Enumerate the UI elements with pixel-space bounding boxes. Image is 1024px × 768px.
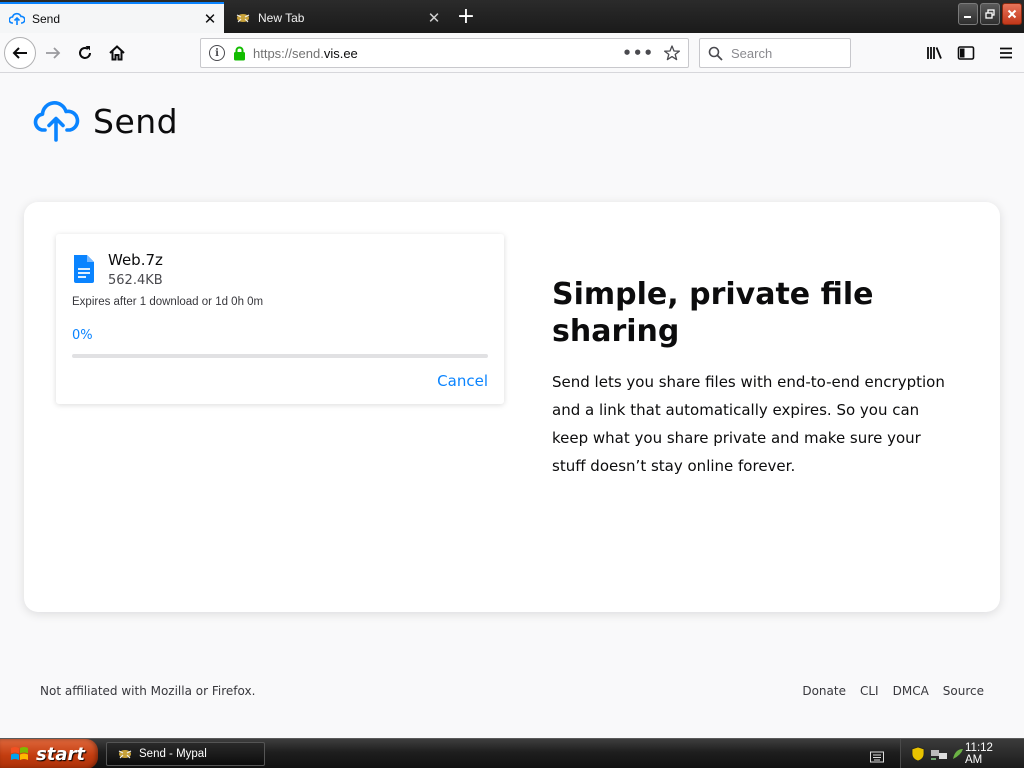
menu-button[interactable]: [991, 38, 1021, 68]
clock: 11:12 AM: [965, 742, 993, 766]
progress-percent: 0%: [72, 328, 93, 343]
start-button[interactable]: start: [0, 739, 98, 768]
footer-link-dmca[interactable]: DMCA: [893, 684, 929, 698]
tab-strip: Send ✕ New Tab ✕ +: [0, 0, 1024, 33]
taskbar-item-send[interactable]: Send - Mypal: [106, 742, 265, 766]
taskbar: start Send - Mypal 11:12 AM: [0, 738, 1024, 768]
new-tab-button[interactable]: +: [452, 3, 480, 31]
shield-icon[interactable]: [911, 746, 925, 762]
file-name: Web.7z: [108, 251, 163, 269]
library-button[interactable]: [920, 38, 950, 68]
restore-button[interactable]: [980, 3, 1000, 25]
tab-label: Send: [32, 11, 61, 26]
tab-send[interactable]: Send ✕: [0, 2, 224, 33]
mypal-icon: [235, 10, 251, 26]
tab-close-icon[interactable]: ✕: [420, 4, 448, 32]
url-bar[interactable]: i https://send.vis.ee •••: [200, 38, 689, 68]
info-icon[interactable]: i: [209, 45, 225, 61]
library-icon: [927, 47, 942, 59]
cancel-button[interactable]: Cancel: [437, 372, 488, 390]
hamburger-menu-icon: [1000, 47, 1012, 59]
main-card: Web.7z 562.4KB Expires after 1 download …: [24, 202, 1000, 612]
mypal-tray-icon[interactable]: [951, 747, 965, 761]
footer-link-donate[interactable]: Donate: [802, 684, 846, 698]
bookmark-star-icon[interactable]: [664, 45, 680, 61]
keyboard-icon[interactable]: [870, 748, 884, 767]
document-icon: [72, 254, 96, 288]
search-bar[interactable]: Search: [699, 38, 851, 68]
search-input[interactable]: Search: [731, 46, 772, 61]
sidebar-button[interactable]: [951, 38, 981, 68]
minimize-button[interactable]: [958, 3, 978, 25]
back-button[interactable]: [4, 37, 36, 69]
tab-close-icon[interactable]: ✕: [196, 5, 224, 33]
upload-progress-panel: Web.7z 562.4KB Expires after 1 download …: [56, 234, 504, 404]
start-label: start: [36, 743, 85, 765]
footer-link-cli[interactable]: CLI: [860, 684, 879, 698]
sidebar-icon: [957, 46, 975, 60]
footer-disclaimer: Not affiliated with Mozilla or Firefox.: [40, 684, 256, 698]
url-text[interactable]: https://send.vis.ee: [253, 46, 622, 61]
brand-name: Send: [93, 101, 179, 141]
system-tray: 11:12 AM: [900, 739, 1024, 768]
window-controls: [958, 3, 1022, 25]
brand-logo[interactable]: Send: [32, 100, 178, 142]
tab-label: New Tab: [258, 10, 305, 25]
windows-flag-icon: [10, 745, 30, 763]
page-actions-icon[interactable]: •••: [622, 44, 654, 62]
intro-section: Simple, private file sharing Send lets y…: [552, 276, 952, 480]
network-icon[interactable]: [930, 747, 948, 761]
intro-title: Simple, private file sharing: [552, 277, 874, 349]
progress-bar: [72, 354, 488, 358]
cloud-upload-icon: [33, 101, 80, 142]
forward-button[interactable]: [38, 38, 68, 68]
lock-icon[interactable]: [231, 45, 247, 61]
back-arrow-icon: [12, 47, 27, 59]
footer-link-source[interactable]: Source: [943, 684, 984, 698]
reload-button[interactable]: [70, 38, 100, 68]
reload-icon: [79, 46, 91, 59]
file-size: 562.4KB: [108, 273, 163, 288]
search-icon: [708, 46, 723, 61]
footer-links: Donate CLI DMCA Source: [802, 684, 984, 698]
cloud-upload-icon: [9, 11, 25, 27]
expiry-text: Expires after 1 download or 1d 0h 0m: [72, 296, 264, 308]
page-content: Send Web.7z 562.4KB Expires after 1 down…: [0, 74, 1024, 738]
mypal-icon: [117, 747, 133, 761]
intro-body: Send lets you share files with end-to-en…: [552, 373, 945, 475]
home-button[interactable]: [102, 38, 132, 68]
taskbar-item-label: Send - Mypal: [139, 748, 207, 760]
forward-arrow-icon: [46, 47, 61, 59]
tab-new-tab[interactable]: New Tab ✕: [226, 2, 448, 33]
home-icon: [109, 45, 125, 61]
window-close-button[interactable]: [1002, 3, 1022, 25]
navigation-toolbar: i https://send.vis.ee ••• Search: [0, 33, 1024, 73]
